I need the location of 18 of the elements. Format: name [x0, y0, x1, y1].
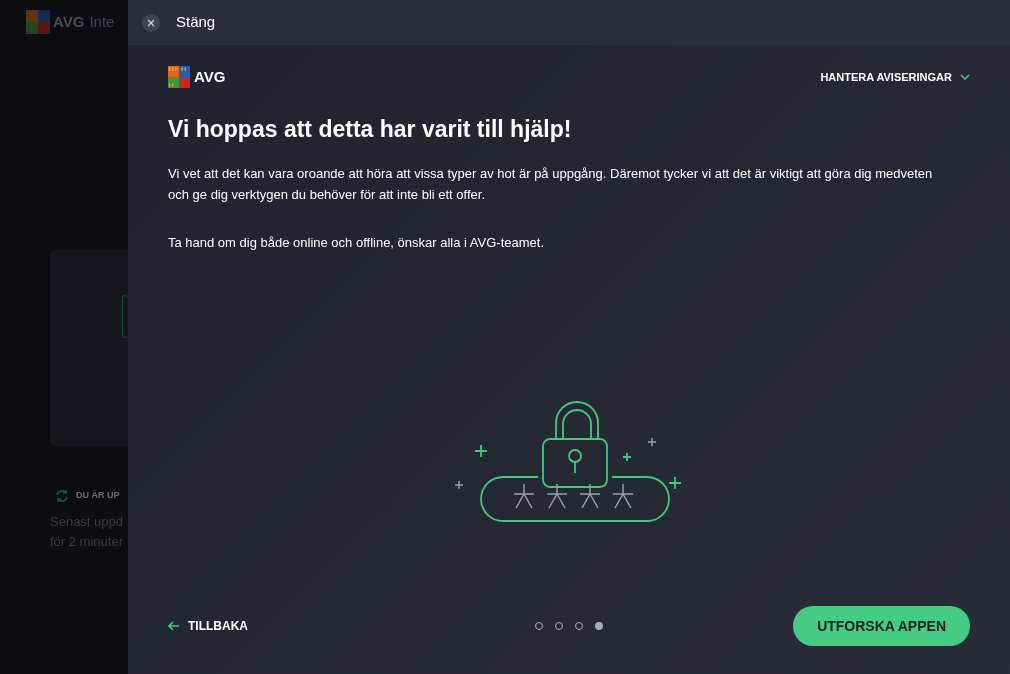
close-label: Stäng: [176, 12, 216, 33]
brand-name: AVG: [194, 66, 226, 87]
heading: Vi hoppas att detta har varit till hjälp!: [168, 115, 573, 144]
body-paragraph: Ta hand om dig både online och offline, önskar alla i AVG-teamet.: [168, 233, 546, 252]
explore-app-button[interactable]: UTFORSKA APPEN: [793, 606, 970, 646]
arrow-left-icon: [168, 621, 180, 631]
refresh-icon: [54, 488, 70, 504]
back-button[interactable]: TILLBAKA: [168, 617, 368, 635]
body-paragraph: Vi vet att det kan vara oroande att höra att vissa typer av hot är på uppgång. Däremot tycker vi att det är viktigt att göra dig medveten och ge dig verktygen du behöver för att inte bli ett offer.: [168, 164, 934, 204]
logo-icon: [168, 66, 190, 88]
status-label: DU ÄR UP: [76, 489, 120, 503]
brand-name: AVG: [53, 11, 85, 32]
close-icon: [147, 18, 155, 27]
logo-icon: [26, 10, 50, 34]
app-title: Inte: [89, 11, 115, 32]
manage-notifications-dropdown[interactable]: HANTERA AVISERINGAR: [820, 68, 970, 86]
close-button[interactable]: [142, 13, 160, 32]
chevron-down-icon: [960, 74, 970, 80]
